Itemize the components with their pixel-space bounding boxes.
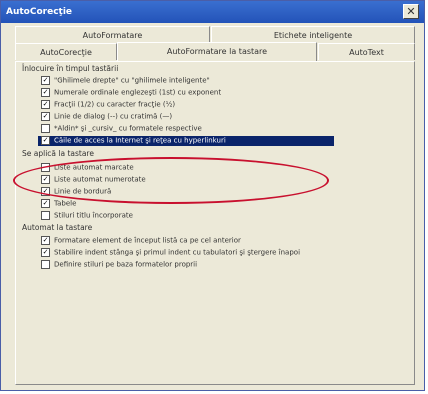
option-dashes[interactable]: ✓ Linie de dialog (--) cu cratimă (—) [41,112,172,122]
tab-autoformat-as-you-type[interactable]: AutoFormatare la tastare [117,42,317,61]
tab-autocorrect[interactable]: AutoCorecţie [15,43,117,60]
autocorrect-dialog: AutoCorecţie ✕ AutoFormatare Etichete in… [0,0,425,391]
option-define-styles[interactable]: Definire stiluri pe baza formatelor prop… [41,260,197,270]
tab-smart-tags[interactable]: Etichete inteligente [211,26,415,43]
checkbox[interactable]: ✓ [41,236,50,245]
section-title-apply: Se aplică la tastare [22,149,94,158]
window-title: AutoCorecţie [6,7,73,17]
option-tables[interactable]: ✓ Tabele [41,199,76,209]
window-titlebar: AutoCorecţie ✕ [1,1,424,23]
checkbox[interactable]: ✓ [41,100,50,109]
option-indent-tabs[interactable]: ✓ Stabilire indent stânga şi primul inden… [41,248,300,258]
checkbox[interactable]: ✓ [41,248,50,257]
checkbox[interactable] [41,211,50,220]
option-ordinals[interactable]: ✓ Numerale ordinale englezeşti (1st) cu e… [41,88,221,98]
options-panel: Înlocuire în timpul tastării ✓ "Ghilimele… [15,61,415,385]
option-hyperlinks[interactable]: ✓ Căile de acces la Internet şi reţea cu … [38,136,334,146]
red-ellipse-annotation [13,157,329,204]
close-button[interactable]: ✕ [403,4,419,19]
tab-autotext[interactable]: AutoText [318,43,415,60]
checkbox[interactable]: ✓ [41,136,50,145]
option-list-format[interactable]: ✓ Formatare element de început listă ca p… [41,236,241,246]
option-heading-styles[interactable]: Stiluri titlu încorporate [41,211,133,221]
option-bold-italic[interactable]: *Aldin* şi _cursiv_ cu formatele respect… [41,124,202,134]
option-fractions[interactable]: ✓ Fracţii (1/2) cu caracter fracţie (½) [41,100,175,110]
checkbox[interactable]: ✓ [41,76,50,85]
section-title-replace: Înlocuire în timpul tastării [22,64,119,73]
checkbox[interactable] [41,260,50,269]
checkbox[interactable] [41,124,50,133]
checkbox[interactable]: ✓ [41,112,50,121]
section-title-automatic: Automat la tastare [22,223,93,232]
checkbox[interactable]: ✓ [41,199,50,208]
tab-autoformat[interactable]: AutoFormatare [15,26,210,43]
option-smart-quotes[interactable]: ✓ "Ghilimele drepte" cu "ghilimele inteli… [41,76,210,86]
checkbox[interactable]: ✓ [41,88,50,97]
